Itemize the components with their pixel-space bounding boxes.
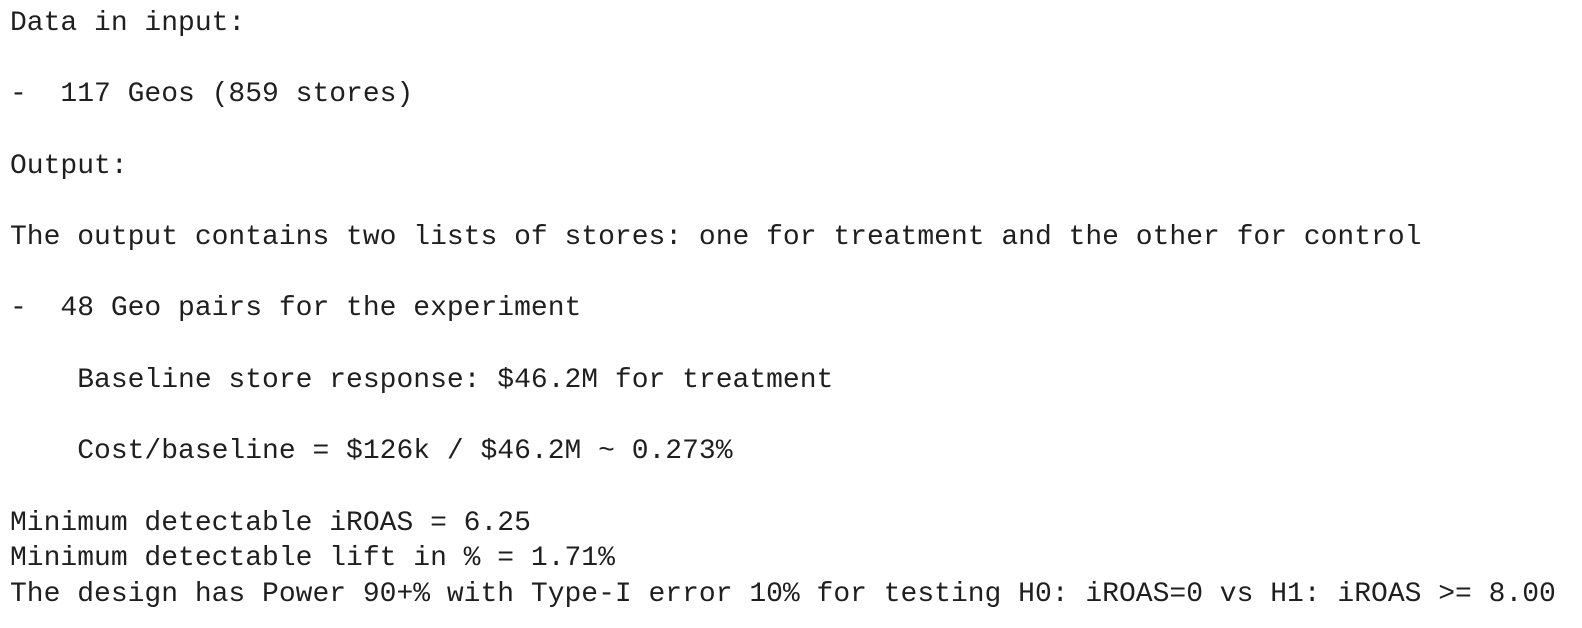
output-heading: Output: (10, 151, 128, 182)
baseline-response-line: Baseline store response: $46.2M for trea… (10, 365, 834, 396)
cost-baseline-line: Cost/baseline = $126k / $46.2M ~ 0.273% (10, 436, 733, 467)
design-power-line: The design has Power 90+% with Type-I er… (10, 579, 1556, 610)
min-lift-line: Minimum detectable lift in % = 1.71% (10, 543, 615, 574)
data-in-input-heading: Data in input: (10, 8, 246, 39)
geos-summary-line: - 117 Geos (859 stores) (10, 79, 414, 110)
min-iroas-line: Minimum detectable iROAS = 6.25 (10, 508, 531, 539)
geo-pairs-line: - 48 Geo pairs for the experiment (10, 293, 582, 324)
output-description-line: The output contains two lists of stores:… (10, 222, 1422, 253)
